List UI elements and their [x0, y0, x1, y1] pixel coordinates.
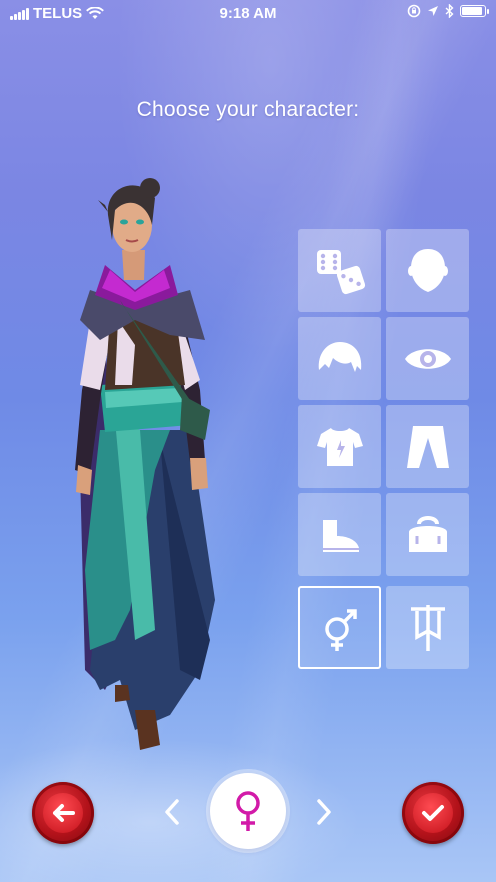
face-button[interactable]: [386, 229, 469, 312]
banner-icon: [410, 604, 445, 651]
back-button[interactable]: [32, 782, 94, 844]
hair-button[interactable]: [298, 317, 381, 400]
pants-icon: [406, 425, 449, 468]
top-button[interactable]: [298, 405, 381, 488]
shoes-button[interactable]: [298, 493, 381, 576]
rotation-lock-icon: [407, 4, 421, 18]
battery-level: [462, 7, 482, 15]
hair-icon: [318, 341, 361, 372]
boot-icon: [322, 519, 359, 552]
chevron-right-icon[interactable]: [314, 797, 334, 827]
checkmark-icon: [422, 805, 444, 821]
back-button-face: [43, 793, 83, 833]
banner-button[interactable]: [386, 586, 469, 669]
gender-button[interactable]: [298, 586, 381, 669]
bottom-button[interactable]: [386, 405, 469, 488]
chevron-left-icon[interactable]: [162, 797, 182, 827]
gender-icon: [324, 608, 357, 651]
confirm-button[interactable]: [402, 782, 464, 844]
confirm-button-face: [413, 793, 453, 833]
female-symbol-icon: [236, 791, 260, 831]
status-bar: TELUS 9:18 AM: [0, 0, 496, 28]
randomize-button[interactable]: [298, 229, 381, 312]
accessory-button[interactable]: [386, 493, 469, 576]
eyes-button[interactable]: [386, 317, 469, 400]
character-model[interactable]: [60, 170, 250, 760]
bag-icon: [408, 515, 447, 552]
eye-icon: [404, 348, 451, 369]
dice-icon: [316, 249, 365, 294]
page-title: Choose your character:: [136, 98, 360, 121]
back-arrow-icon: [53, 804, 75, 822]
head-icon: [407, 248, 448, 292]
status-right: [407, 4, 489, 18]
location-icon: [428, 6, 438, 16]
selected-gender-button[interactable]: [210, 773, 286, 849]
battery-icon: [460, 5, 489, 17]
bluetooth-icon: [445, 4, 454, 18]
shirt-icon: [316, 427, 363, 466]
